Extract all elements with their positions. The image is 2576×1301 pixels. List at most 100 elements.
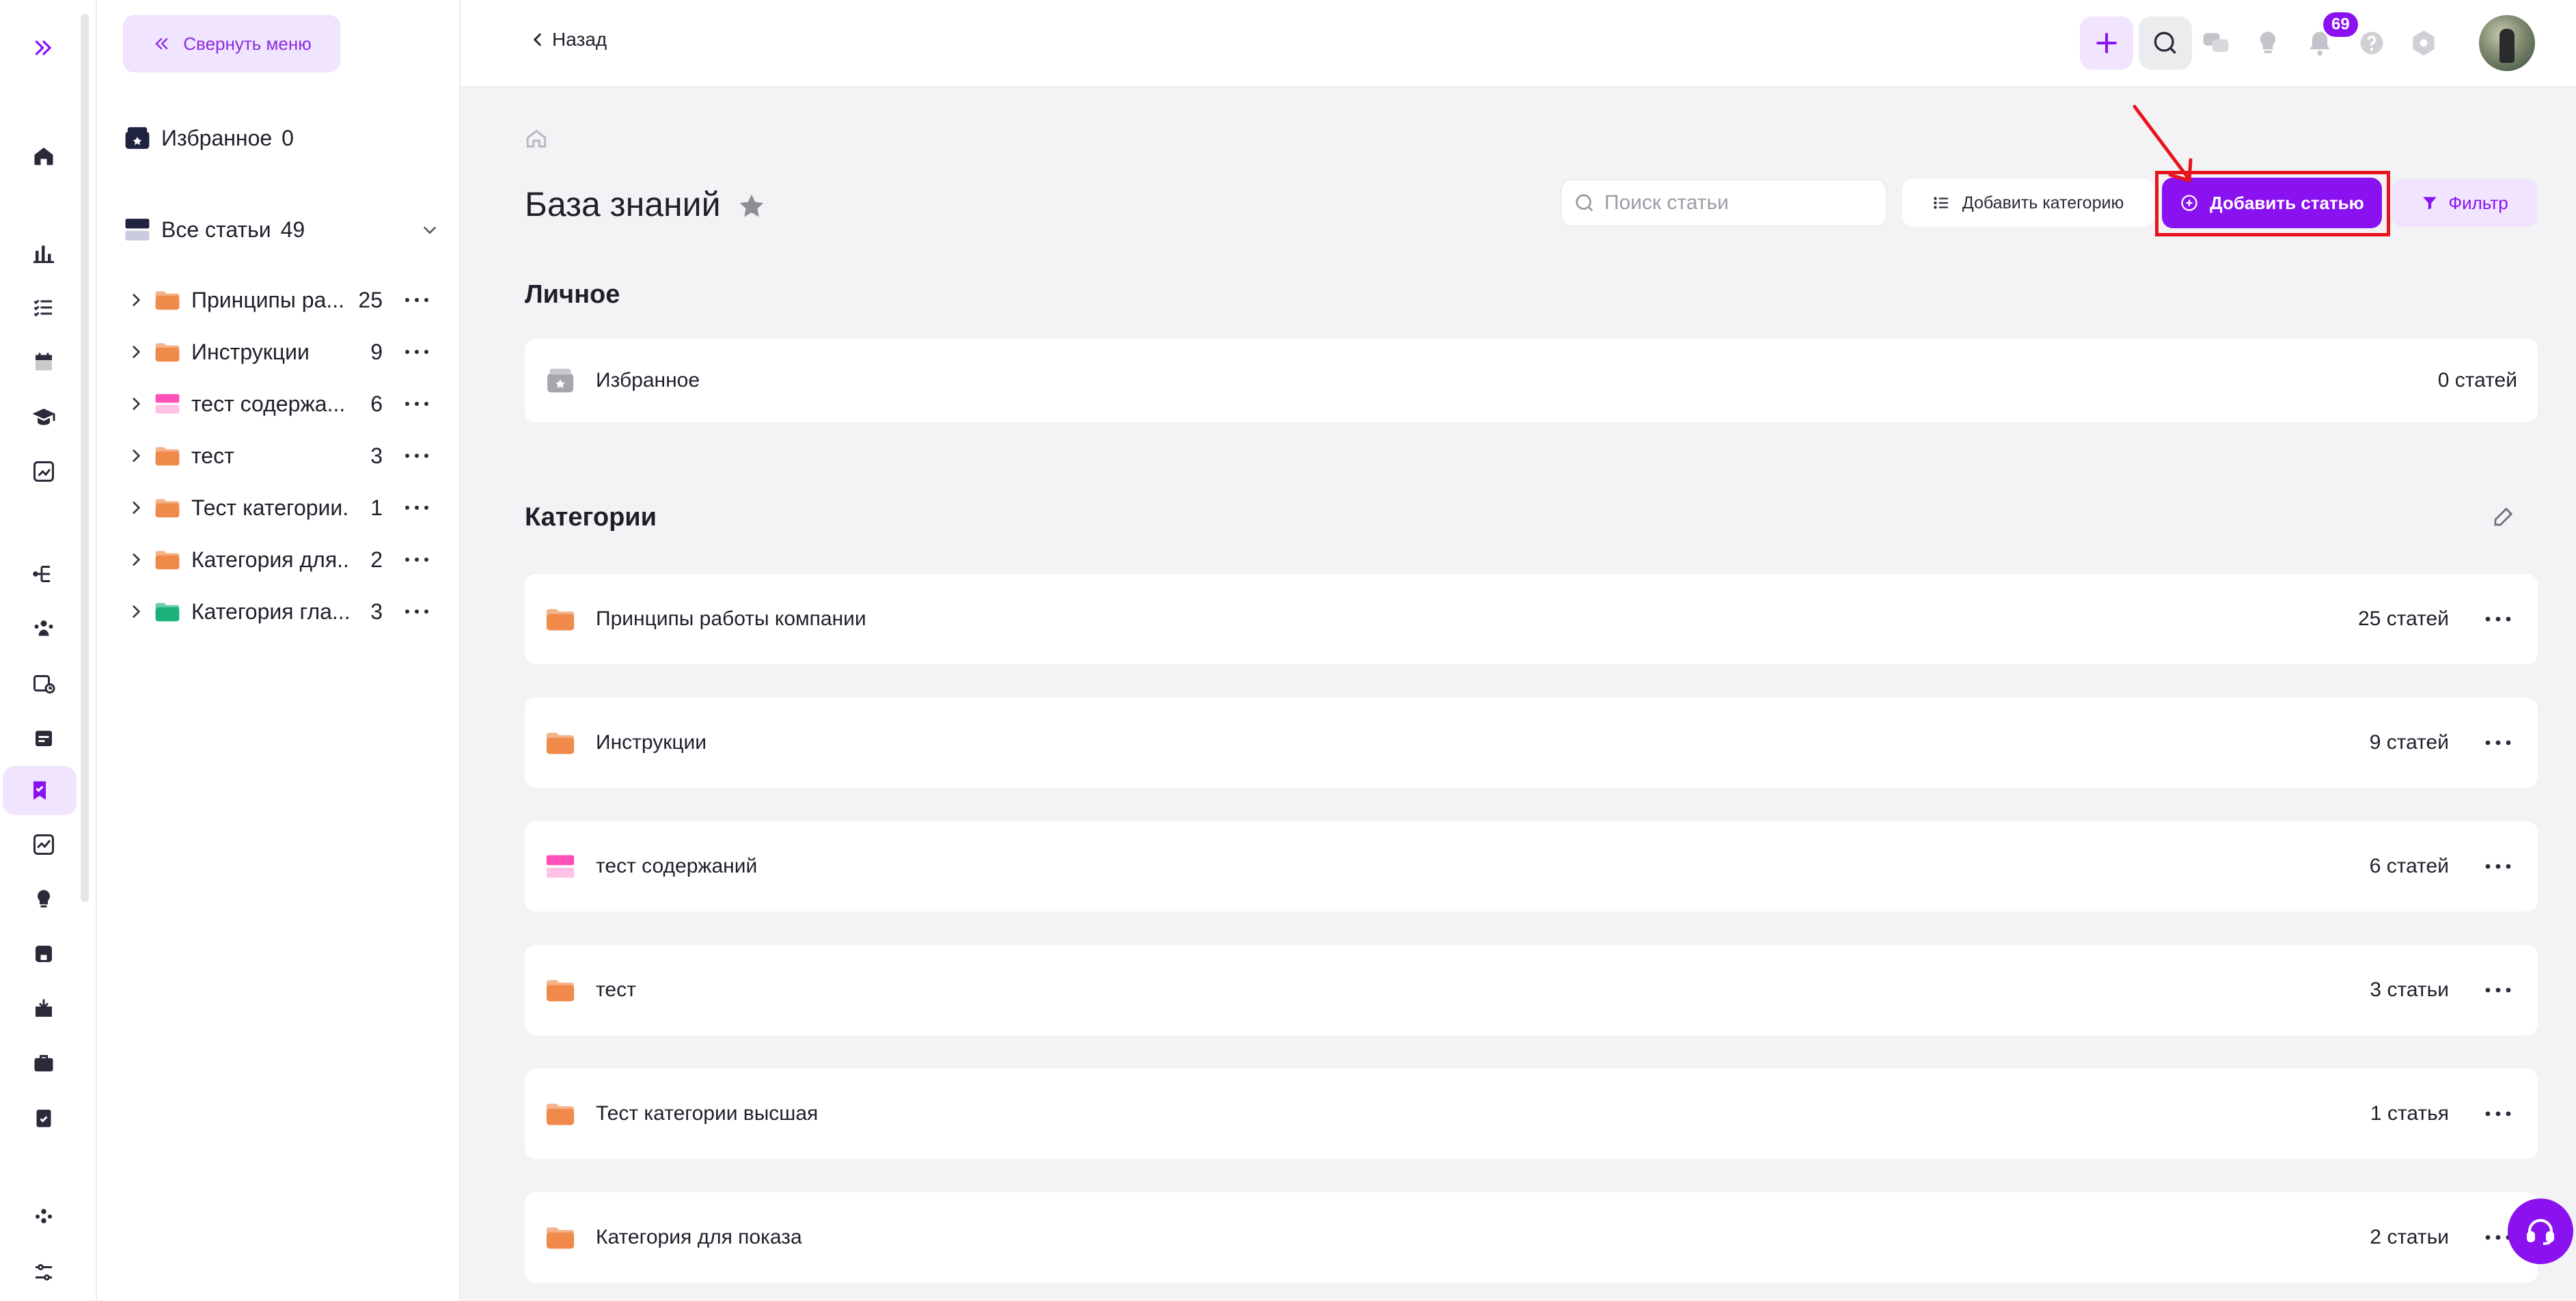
category-card-name: Категория для показа (596, 1226, 802, 1248)
article-search-input[interactable] (1604, 191, 1878, 215)
edit-pencil-icon[interactable] (2491, 504, 2516, 529)
collapse-menu-button[interactable]: Свернуть меню (123, 15, 340, 72)
briefcase-icon[interactable] (26, 1045, 61, 1081)
more-options-icon[interactable] (403, 605, 430, 618)
team-icon[interactable] (26, 611, 61, 646)
more-options-icon[interactable] (2483, 612, 2513, 627)
list-icon (1933, 197, 1948, 209)
help-button[interactable] (2345, 16, 2398, 70)
article-search[interactable] (1561, 179, 1887, 227)
chevron-left-icon (533, 33, 541, 46)
sidebar-category-name: Категория гла... (191, 599, 350, 624)
more-options-icon[interactable] (403, 345, 430, 359)
sidebar-category-item[interactable]: тест содержа... 6 (127, 383, 441, 424)
sidebar-favorites[interactable]: Избранное 0 (124, 118, 294, 159)
category-card[interactable]: Инструкции 9 статей (525, 698, 2538, 788)
security-icon[interactable] (26, 936, 61, 972)
chevron-down-icon[interactable] (420, 220, 440, 241)
education-icon[interactable] (26, 399, 61, 435)
sidebar-category-item[interactable]: Тест категории... 1 (127, 487, 441, 528)
more-options-icon[interactable] (403, 501, 430, 515)
category-card-name: тест (596, 978, 636, 1001)
sidebar-category-item[interactable]: Категория для... 2 (127, 539, 441, 580)
categories-section-title: Категории (525, 503, 657, 532)
expand-rail-icon[interactable] (26, 30, 61, 66)
more-options-icon[interactable] (2483, 859, 2513, 874)
chevron-right-icon[interactable] (127, 343, 145, 361)
category-card[interactable]: Тест категории высшая 1 статья (525, 1069, 2538, 1159)
more-options-icon[interactable] (2483, 983, 2513, 998)
filter-button[interactable]: Фильтр (2392, 179, 2538, 227)
chevron-right-icon[interactable] (127, 551, 145, 569)
calendar-icon[interactable] (26, 344, 61, 380)
structure-icon[interactable] (26, 556, 61, 592)
users-group-icon[interactable] (26, 1200, 61, 1235)
inbox-icon[interactable] (26, 991, 61, 1026)
category-card-name: Тест категории высшая (596, 1102, 819, 1125)
chevron-right-icon[interactable] (127, 447, 145, 465)
sidebar-category-item[interactable]: Принципы ра... 25 (127, 279, 441, 320)
folder-icon (155, 291, 180, 310)
category-card[interactable]: тест содержаний 6 статей (525, 821, 2538, 912)
favorite-star-icon[interactable] (737, 191, 767, 221)
hexagon-settings-icon (2413, 30, 2435, 56)
favorites-card[interactable]: Избранное 0 статей (525, 339, 2538, 422)
chevron-right-icon[interactable] (127, 603, 145, 620)
chevron-right-icon[interactable] (127, 395, 145, 413)
more-options-icon[interactable] (403, 553, 430, 566)
folder-icon (155, 447, 180, 466)
chevron-right-icon[interactable] (127, 499, 145, 517)
clipboard-check-icon[interactable] (26, 1100, 61, 1136)
planner-icon[interactable] (26, 720, 61, 756)
knowledge-base-icon[interactable] (3, 766, 77, 815)
back-link[interactable]: Назад (529, 29, 607, 51)
sidebar-category-item[interactable]: Инструкции 9 (127, 331, 441, 372)
settings-button[interactable] (2397, 16, 2450, 70)
folder-icon (546, 609, 575, 631)
sidebar-category-item[interactable]: тест 3 (127, 435, 441, 476)
category-card-count: 1 статья (2370, 1102, 2449, 1125)
analytics-icon[interactable] (26, 235, 61, 271)
more-options-icon[interactable] (2483, 1106, 2513, 1121)
sidebar-category-count: 9 (370, 339, 383, 364)
top-bar: Назад 69 (461, 0, 2576, 87)
user-avatar[interactable] (2479, 15, 2535, 71)
ideas-icon[interactable] (26, 881, 61, 917)
more-options-icon[interactable] (403, 293, 430, 307)
category-sidebar: Свернуть меню Избранное 0 Все статьи 49 … (97, 0, 461, 1301)
global-search-button[interactable] (2139, 16, 2192, 70)
home-icon[interactable] (26, 138, 61, 174)
page-title: База знаний (525, 185, 721, 223)
schedule-icon[interactable] (26, 666, 61, 701)
tasks-list-icon[interactable] (26, 290, 61, 325)
more-options-icon[interactable] (403, 397, 430, 411)
rail-scrollbar[interactable] (81, 14, 89, 902)
category-card-count: 25 статей (2358, 607, 2449, 630)
create-button[interactable] (2080, 16, 2133, 70)
add-category-button[interactable]: Добавить категорию (1902, 179, 2154, 227)
sidebar-category-count: 3 (370, 443, 383, 468)
favorites-card-name: Избранное (596, 369, 700, 392)
settings-sliders-icon[interactable] (26, 1255, 61, 1290)
sidebar-all-articles[interactable]: Все статьи 49 (124, 209, 305, 250)
chat-button[interactable] (2189, 16, 2243, 70)
main-content: База знаний Добавить категорию Добавить … (461, 87, 2576, 1301)
category-card[interactable]: Принципы работы компании 25 статей (525, 574, 2538, 664)
sidebar-category-count: 3 (370, 599, 383, 624)
more-options-icon[interactable] (403, 449, 430, 463)
sidebar-category-item[interactable]: Категория гла... 3 (127, 591, 441, 632)
category-card[interactable]: Категория для показа 2 статьи (525, 1192, 2538, 1283)
reports-icon[interactable] (26, 454, 61, 489)
category-card-count: 2 статьи (2370, 1226, 2449, 1248)
breadcrumb-home-icon[interactable] (525, 127, 548, 150)
more-options-icon[interactable] (2483, 735, 2513, 750)
sidebar-category-name: тест содержа... (191, 391, 346, 416)
support-button[interactable] (2508, 1199, 2573, 1264)
sidebar-category-count: 1 (370, 495, 383, 520)
trends-icon[interactable] (26, 827, 61, 862)
sidebar-category-count: 25 (358, 287, 383, 312)
ideas-button[interactable] (2241, 16, 2294, 70)
chevron-right-icon[interactable] (127, 291, 145, 309)
category-card[interactable]: тест 3 статьи (525, 945, 2538, 1035)
category-card-count: 6 статей (2369, 855, 2449, 877)
